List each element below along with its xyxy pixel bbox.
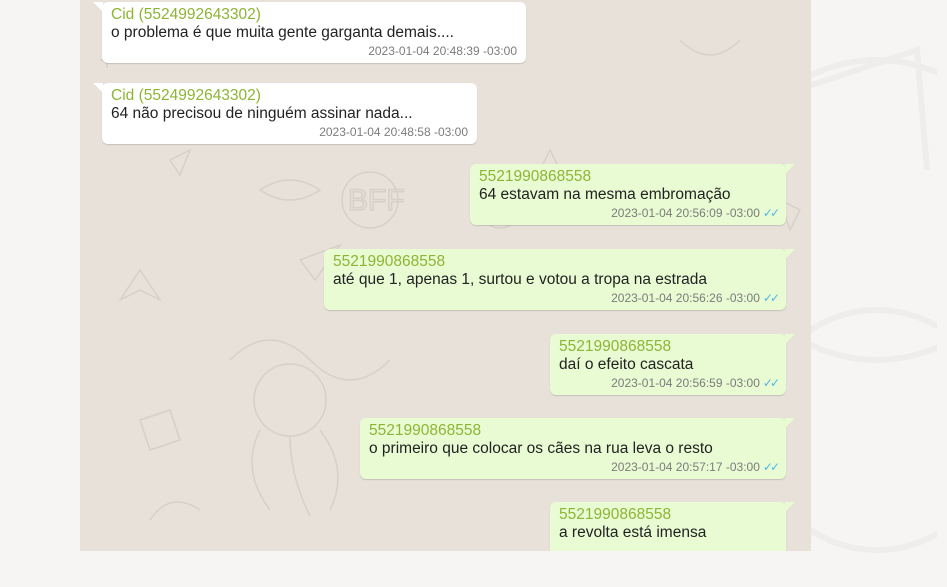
message-text: até que 1, apenas 1, surtou e votou a tr… (333, 271, 707, 288)
message-sender: Cid (5524992643302) (111, 6, 261, 23)
chat-panel[interactable]: BFF Cid (5524992643302) o problema é que… (80, 0, 811, 551)
message-bubble-incoming[interactable]: Cid (5524992643302) o problema é que mui… (93, 2, 526, 63)
message-sender: Cid (5524992643302) (111, 87, 261, 104)
message-text: a revolta está imensa (559, 524, 707, 541)
message-meta: 2023-01-04 20:56:59 -03:00 ✓✓ (559, 376, 780, 391)
message-sender: 5521990868558 (369, 422, 482, 439)
message-text: o primeiro que colocar os cães na rua le… (369, 440, 713, 457)
message-meta: 2023-01-04 20:48:58 -03:00 (111, 125, 468, 140)
double-check-icon: ✓✓ (762, 460, 780, 474)
message-text: 64 estavam na mesma embromação (479, 186, 731, 203)
message-meta: 2023-01-04 20:48:39 -03:00 (111, 44, 517, 59)
message-text: o problema é que muita gente garganta de… (111, 24, 454, 41)
message-bubble-outgoing[interactable]: 5521990868558 até que 1, apenas 1, surto… (324, 249, 795, 310)
message-bubble-outgoing[interactable]: 5521990868558 a revolta está imensa (550, 502, 795, 551)
double-check-icon: ✓✓ (762, 291, 780, 305)
message-timestamp: 2023-01-04 20:48:58 -03:00 (319, 125, 468, 139)
message-timestamp: 2023-01-04 20:57:17 -03:00 (611, 460, 760, 474)
message-sender: 5521990868558 (559, 506, 672, 523)
message-bubble-incoming[interactable]: Cid (5524992643302) 64 não precisou de n… (93, 83, 477, 144)
double-check-icon: ✓✓ (762, 376, 780, 390)
message-timestamp: 2023-01-04 20:56:26 -03:00 (611, 291, 760, 305)
double-check-icon: ✓✓ (762, 206, 780, 220)
svg-text:BFF: BFF (348, 184, 405, 217)
message-timestamp: 2023-01-04 20:56:59 -03:00 (611, 376, 760, 390)
message-text: 64 não precisou de ninguém assinar nada.… (111, 105, 413, 122)
message-meta: 2023-01-04 20:56:09 -03:00 ✓✓ (479, 206, 780, 221)
message-sender: 5521990868558 (559, 338, 672, 355)
message-bubble-outgoing[interactable]: 5521990868558 o primeiro que colocar os … (360, 418, 795, 479)
message-meta: 2023-01-04 20:56:26 -03:00 ✓✓ (333, 291, 780, 306)
message-timestamp: 2023-01-04 20:48:39 -03:00 (368, 44, 517, 58)
message-text: daí o efeito cascata (559, 356, 694, 373)
message-timestamp: 2023-01-04 20:56:09 -03:00 (611, 206, 760, 220)
message-sender: 5521990868558 (479, 168, 592, 185)
message-bubble-outgoing[interactable]: 5521990868558 64 estavam na mesma embrom… (470, 164, 795, 225)
message-sender: 5521990868558 (333, 253, 446, 270)
message-bubble-outgoing[interactable]: 5521990868558 daí o efeito cascata 2023-… (550, 334, 795, 395)
message-meta: 2023-01-04 20:57:17 -03:00 ✓✓ (369, 460, 780, 475)
